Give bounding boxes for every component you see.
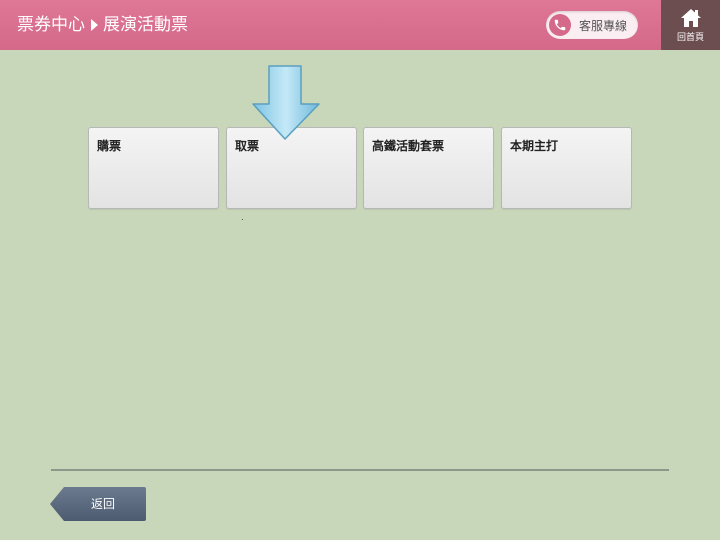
home-icon <box>680 9 701 27</box>
top-header: 票券中心 展演活動票 客服專線 回首頁 <box>0 0 720 50</box>
tile-label: 本期主打 <box>510 139 559 153</box>
tile-label: 高鐵活動套票 <box>372 139 445 153</box>
home-label: 回首頁 <box>676 33 704 43</box>
footer-divider <box>51 469 669 471</box>
breadcrumb: 票券中心 展演活動票 <box>17 13 188 37</box>
featured-tile[interactable]: 本期主打 <box>501 127 632 209</box>
down-arrow-pointer-icon <box>252 65 320 140</box>
breadcrumb-root[interactable]: 票券中心 <box>17 13 85 37</box>
home-button[interactable]: 回首頁 <box>661 0 720 50</box>
customer-service-button[interactable]: 客服專線 <box>546 11 638 39</box>
customer-service-label: 客服專線 <box>579 18 628 33</box>
stray-dot <box>242 219 243 220</box>
back-label: 返回 <box>90 497 115 511</box>
tile-label: 購票 <box>97 139 122 153</box>
hsr-package-ticket-tile[interactable]: 高鐵活動套票 <box>363 127 494 209</box>
phone-icon <box>549 14 571 36</box>
buy-ticket-tile[interactable]: 購票 <box>88 127 219 209</box>
breadcrumb-separator-icon <box>91 19 98 31</box>
back-button[interactable]: 返回 <box>50 487 146 521</box>
breadcrumb-current: 展演活動票 <box>103 15 188 35</box>
